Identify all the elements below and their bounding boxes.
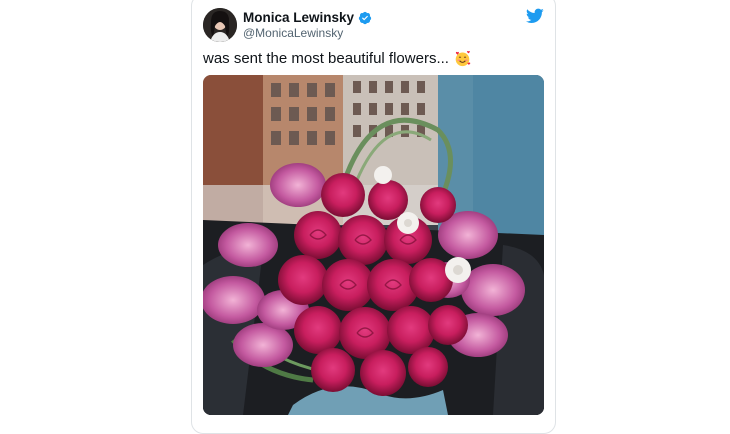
twitter-bird-icon[interactable] (526, 8, 544, 24)
smiling-face-with-hearts-icon (455, 50, 471, 67)
flower-bouquet-image (203, 75, 544, 415)
handle[interactable]: @MonicaLewinsky (243, 26, 343, 40)
avatar[interactable] (203, 8, 237, 42)
display-name-text[interactable]: Monica Lewinsky (243, 10, 354, 25)
tweet-photo[interactable] (203, 75, 544, 415)
verified-badge-icon (358, 11, 372, 24)
tweet-text-body: was sent the most beautiful flowers... (203, 50, 449, 67)
tweet-text: was sent the most beautiful flowers... (203, 50, 471, 67)
avatar-image (203, 8, 237, 42)
display-name[interactable]: Monica Lewinsky (243, 10, 372, 25)
